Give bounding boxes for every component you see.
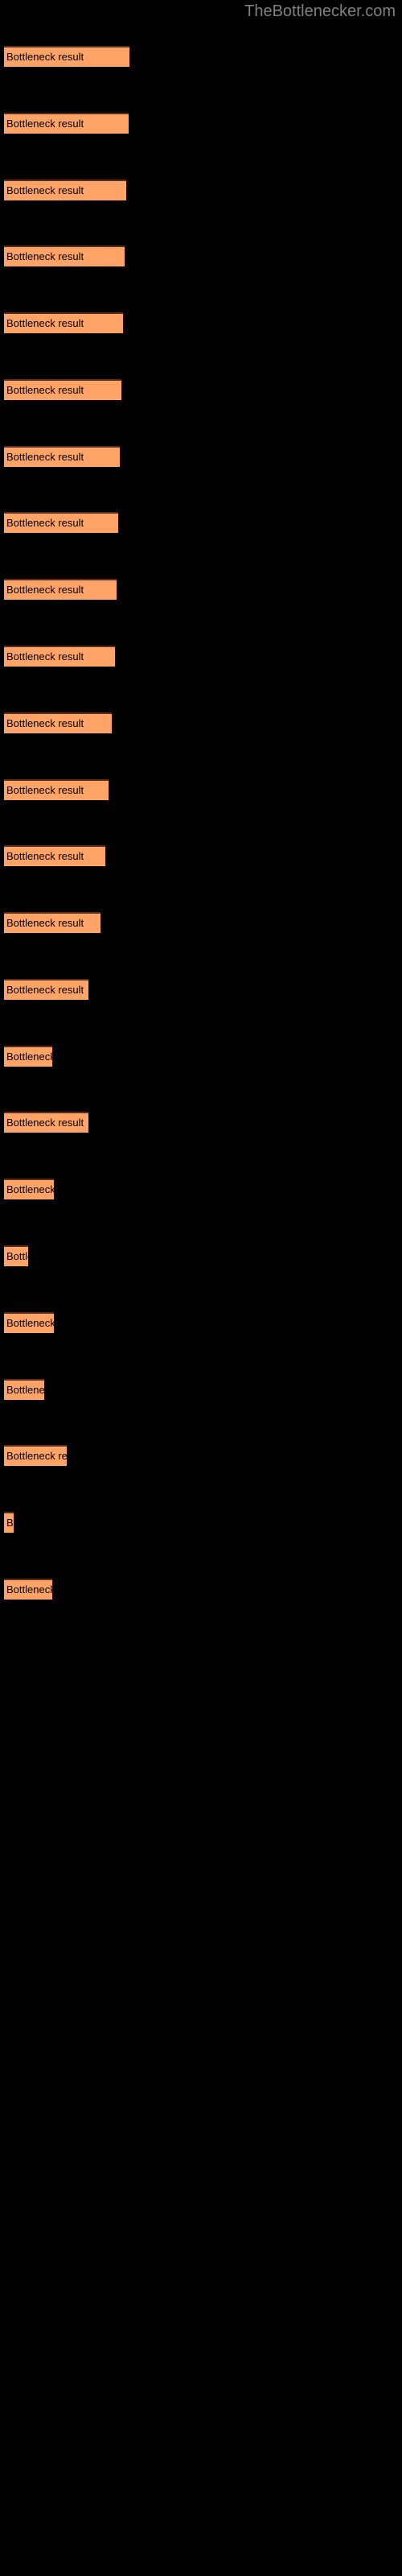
bar-label: Bottleneck result [6, 1383, 44, 1396]
bar-row: Bottleneck result [4, 579, 117, 601]
bar[interactable]: Bottleneck result [4, 246, 125, 267]
bar-label: Bottleneck result [6, 850, 84, 863]
bar-row: Bottleneck result [4, 712, 112, 733]
bar-row: Bottleneck result [4, 1112, 88, 1133]
bar-row: Bottleneck result [4, 1378, 44, 1400]
bar-label: Bottleneck result [6, 1517, 14, 1530]
bar-label: Bottleneck result [6, 1316, 54, 1329]
bar[interactable]: Bottleneck result [4, 378, 121, 400]
bar-label: Bottleneck result [6, 1183, 54, 1196]
bar[interactable]: Bottleneck result [4, 1378, 44, 1400]
bar[interactable]: Bottleneck result [4, 512, 118, 534]
bar-label: Bottleneck result [6, 1583, 52, 1596]
bar-row: Bottleneck result [4, 1179, 54, 1200]
bar-row: Bottleneck result [4, 845, 105, 867]
bar-label: Bottleneck result [6, 650, 84, 663]
bar-row: Bottleneck result [4, 312, 123, 334]
bar[interactable]: Bottleneck result [4, 1578, 52, 1600]
bar-row: Bottleneck result [4, 912, 100, 934]
bar[interactable]: Bottleneck result [4, 312, 123, 334]
bar-label: Bottleneck result [6, 917, 84, 930]
bar[interactable]: Bottleneck result [4, 112, 129, 134]
bar-chart: Bottleneck result Bottleneck result Bottle… [0, 0, 402, 2576]
bar-label: Bottleneck result [6, 983, 84, 996]
bar-row: Bottleneck result [4, 1512, 14, 1534]
bar[interactable]: Bottleneck result [4, 579, 117, 601]
bar-label: Bottleneck result [6, 184, 84, 196]
bar-label: Bottleneck result [6, 1117, 84, 1129]
bar-label: Bottleneck result [6, 1050, 52, 1063]
bar-row: Bottleneck result [4, 179, 126, 200]
bar-label: Bottleneck result [6, 517, 84, 530]
bar-row: Bottleneck result [4, 1578, 52, 1600]
bar[interactable]: Bottleneck result [4, 778, 109, 800]
bar[interactable]: Bottleneck result [4, 1179, 54, 1200]
bar-row: Bottleneck result [4, 378, 121, 400]
bar-row: Bottleneck result [4, 778, 109, 800]
bar[interactable]: Bottleneck result [4, 912, 100, 934]
bar-label: Bottleneck result [6, 250, 84, 263]
bar[interactable]: Bottleneck result [4, 46, 129, 67]
bar[interactable]: Bottleneck result [4, 1311, 54, 1333]
bar[interactable]: Bottleneck result [4, 1045, 52, 1067]
bar-row: Bottleneck result [4, 445, 120, 467]
bar[interactable]: Bottleneck result [4, 1512, 14, 1534]
bar-row: Bottleneck result [4, 1245, 28, 1266]
bar-row: Bottleneck result [4, 512, 118, 534]
bar[interactable]: Bottleneck result [4, 445, 120, 467]
bar[interactable]: Bottleneck result [4, 645, 115, 667]
bar-label: Bottleneck result [6, 1249, 28, 1262]
bar[interactable]: Bottleneck result [4, 712, 112, 733]
bar[interactable]: Bottleneck result [4, 1445, 67, 1467]
bar[interactable]: Bottleneck result [4, 1245, 28, 1266]
bar-label: Bottleneck result [6, 783, 84, 796]
bar[interactable]: Bottleneck result [4, 179, 126, 200]
bar-label: Bottleneck result [6, 317, 84, 330]
bar-row: Bottleneck result [4, 978, 88, 1000]
bar[interactable]: Bottleneck result [4, 845, 105, 867]
bar-label: Bottleneck result [6, 716, 84, 729]
bar-row: Bottleneck result [4, 1311, 54, 1333]
bar-row: Bottleneck result [4, 1445, 67, 1467]
bar-row: Bottleneck result [4, 645, 115, 667]
bar-label: Bottleneck result [6, 117, 84, 130]
bar-row: Bottleneck result [4, 1045, 52, 1067]
bar-label: Bottleneck result [6, 383, 84, 396]
bar-row: Bottleneck result [4, 112, 129, 134]
bar-row: Bottleneck result [4, 246, 125, 267]
bar-label: Bottleneck result [6, 584, 84, 597]
bar[interactable]: Bottleneck result [4, 1112, 88, 1133]
bar-row: Bottleneck result [4, 46, 129, 67]
bar-label: Bottleneck result [6, 1450, 67, 1463]
chart-root: TheBottlenecker.com Bottleneck result Bot… [0, 0, 402, 2576]
bar-label: Bottleneck result [6, 51, 84, 63]
bar-label: Bottleneck result [6, 450, 84, 463]
bar[interactable]: Bottleneck result [4, 978, 88, 1000]
